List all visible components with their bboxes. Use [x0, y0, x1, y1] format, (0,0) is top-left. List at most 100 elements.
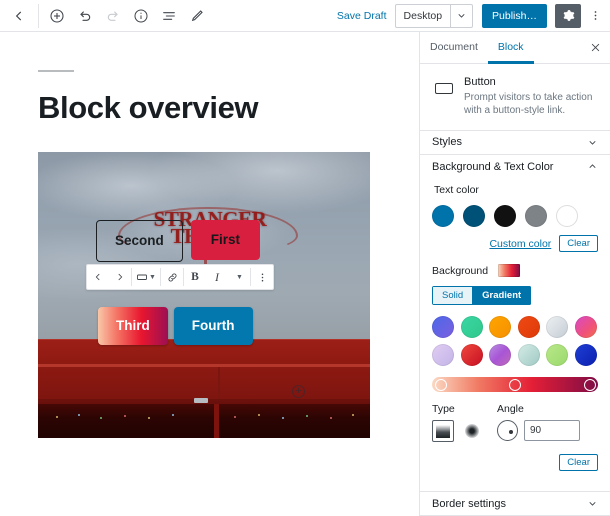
gradient-angle-control: Angle [497, 403, 580, 442]
button-block-icon [432, 76, 456, 100]
editor-button-fourth[interactable]: Fourth [173, 307, 253, 345]
clear-text-color-button[interactable]: Clear [559, 235, 598, 253]
section-border-settings[interactable]: Border settings [420, 492, 610, 516]
button-group-top: Second First [96, 220, 261, 262]
page-title[interactable]: Block overview [38, 90, 381, 126]
chevron-down-icon [587, 498, 598, 509]
clear-background-button[interactable]: Clear [559, 454, 598, 472]
red-wall-upper [38, 339, 370, 399]
cover-image-block[interactable]: STRANGERTHINGS [38, 152, 370, 438]
plus-circle-icon [50, 8, 64, 23]
gradient-stop-2[interactable] [584, 378, 596, 391]
chevron-down-icon [458, 14, 465, 18]
block-navigation-button[interactable] [155, 1, 183, 31]
device-preview-select[interactable]: Desktop [394, 3, 474, 28]
info-circle-icon [134, 9, 148, 22]
gradient-swatch-1[interactable] [432, 316, 454, 339]
more-options-button[interactable] [584, 4, 606, 28]
block-inserter-hint[interactable]: + [292, 385, 305, 398]
back-to-dashboard-button[interactable] [0, 0, 38, 32]
gear-icon [563, 10, 574, 21]
radial-gradient-type-button[interactable] [465, 424, 479, 439]
gradient-swatch-4[interactable] [517, 316, 540, 339]
gradient-swatch-7[interactable] [432, 344, 454, 367]
editor-top-bar: Save Draft Desktop Publish… [0, 0, 610, 32]
gradient-stop-0[interactable] [435, 378, 447, 391]
tab-document[interactable]: Document [420, 32, 488, 64]
add-block-button[interactable] [43, 1, 71, 31]
block-type-button[interactable]: ▼ [132, 265, 160, 289]
list-view-icon [163, 11, 175, 20]
gradient-controls: Type Angle [432, 403, 598, 443]
background-text-color-panel: Text color Custom color Clear Background [420, 178, 610, 481]
background-preview-swatch[interactable] [498, 264, 521, 278]
roof-vent [194, 398, 208, 403]
close-sidebar-button[interactable] [580, 32, 610, 63]
text-color-swatch-3[interactable] [494, 205, 516, 228]
editor-canvas[interactable]: Block overview STRANGERTHINGS [0, 32, 419, 516]
wordpress-block-editor: Save Draft Desktop Publish… Block overvi… [0, 0, 610, 516]
settings-toggle-button[interactable] [555, 3, 581, 28]
device-preview-caret[interactable] [450, 4, 472, 27]
editor-button-second[interactable]: Second [96, 220, 183, 262]
background-type-tabs: Solid Gradient [432, 286, 532, 306]
text-color-swatch-1[interactable] [432, 205, 454, 228]
pencil-icon [191, 9, 203, 21]
sidebar-tabs: Document Block [420, 32, 610, 64]
gradient-slider[interactable] [432, 377, 598, 393]
angle-input[interactable] [524, 420, 580, 442]
italic-button[interactable]: I [206, 265, 228, 289]
tab-gradient[interactable]: Gradient [473, 286, 532, 306]
kebab-vertical-icon [594, 11, 596, 20]
link-button[interactable] [161, 265, 183, 289]
editor-button-first[interactable]: First [190, 220, 261, 260]
move-next-button[interactable] [109, 265, 131, 289]
gradient-swatch-11[interactable] [546, 344, 568, 367]
text-color-swatch-5[interactable] [556, 205, 578, 228]
publish-button[interactable]: Publish… [482, 3, 547, 28]
tab-block[interactable]: Block [487, 32, 534, 64]
link-icon [168, 273, 176, 281]
chevron-down-icon [587, 137, 598, 148]
gradient-swatch-12[interactable] [574, 344, 597, 367]
bold-button[interactable]: B [184, 265, 206, 289]
text-color-swatch-4[interactable] [525, 205, 547, 228]
editor-body: Block overview STRANGERTHINGS [0, 32, 610, 516]
undo-button[interactable] [71, 1, 99, 31]
editor-button-third[interactable]: Third [98, 307, 168, 345]
section-border-settings-label: Border settings [432, 497, 506, 510]
red-wall-trim [38, 364, 370, 367]
linear-gradient-type-button[interactable] [432, 420, 454, 443]
editor-tools-group [43, 1, 211, 31]
gradient-swatch-grid [432, 316, 598, 367]
gradient-swatch-5[interactable] [546, 316, 568, 339]
redo-button[interactable] [99, 1, 127, 31]
block-toolbar: ▼ B I ▼ [86, 264, 274, 290]
gradient-swatch-2[interactable] [460, 316, 483, 339]
chevron-left-icon [15, 11, 22, 20]
section-background-text-color[interactable]: Background & Text Color [420, 155, 610, 179]
gradient-swatch-9[interactable] [489, 344, 511, 367]
section-styles[interactable]: Styles [420, 131, 610, 155]
background-row: Background [432, 264, 598, 278]
chevron-down-icon: ▼ [236, 273, 243, 281]
block-options-button[interactable] [251, 265, 273, 289]
move-previous-button[interactable] [87, 265, 109, 289]
gradient-swatch-10[interactable] [517, 344, 540, 367]
title-rule [38, 70, 74, 72]
gradient-stop-1[interactable] [509, 378, 521, 391]
tab-solid[interactable]: Solid [432, 286, 474, 306]
custom-color-link[interactable]: Custom color [489, 238, 551, 250]
save-draft-button[interactable]: Save Draft [329, 10, 395, 22]
edit-mode-button[interactable] [183, 1, 211, 31]
content-info-button[interactable] [127, 1, 155, 31]
gradient-swatch-8[interactable] [460, 344, 483, 367]
text-color-swatch-2[interactable] [463, 205, 485, 228]
type-options [432, 420, 479, 443]
gradient-swatch-3[interactable] [489, 316, 511, 339]
gradient-swatch-6[interactable] [574, 316, 597, 339]
more-formatting-button[interactable]: ▼ [228, 265, 250, 289]
redo-icon [107, 10, 118, 21]
angle-dial[interactable] [497, 420, 518, 442]
background-clear-row: Clear [432, 454, 598, 472]
